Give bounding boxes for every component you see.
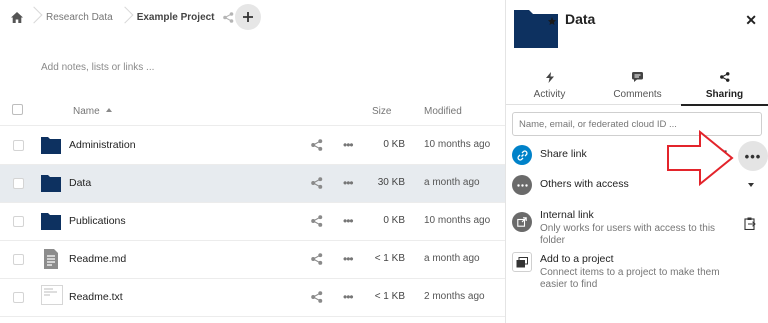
internal-link-entry: Internal link Only works for users with … [512,206,764,246]
plus-icon [243,12,253,22]
file-name[interactable]: Data [69,177,91,189]
copy-to-clipboard-icon[interactable] [744,217,756,230]
file-table-header: Name Size Modified [0,96,505,126]
file-row-data[interactable]: Data ••• 30 KB a month ago [0,165,505,203]
row-checkbox[interactable] [13,292,24,303]
more-actions-icon: ••• [744,148,762,164]
tab-sharing[interactable]: Sharing [681,70,768,106]
share-icon[interactable] [311,177,323,189]
share-icon[interactable] [311,291,323,303]
breadcrumb-separator [117,0,133,34]
share-icon [681,72,768,86]
tab-comments[interactable]: Comments [594,70,681,105]
new-button[interactable] [235,4,261,30]
folder-icon [41,137,61,154]
file-size: 0 KB [383,139,405,150]
internal-link-label: Internal link [540,209,594,221]
tab-label: Comments [613,89,662,100]
file-modified: 2 months ago [424,291,485,302]
breadcrumb-label: Research Data [46,11,113,23]
breadcrumb-item-research-data[interactable]: Research Data [42,0,117,34]
comment-icon [594,72,681,86]
tab-label: Activity [533,89,566,100]
file-name[interactable]: Readme.md [69,253,126,265]
breadcrumb-label: Example Project [136,11,215,23]
share-icon[interactable] [311,139,323,151]
file-size: < 1 KB [374,253,405,264]
column-size-header[interactable]: Size [372,106,391,117]
more-actions-icon[interactable]: ••• [343,253,354,265]
more-actions-icon[interactable]: ••• [343,291,354,303]
column-name-label: Name [73,106,100,117]
file-name[interactable]: Readme.txt [69,291,123,303]
lightning-icon [506,72,593,86]
add-to-project-entry[interactable]: Add to a project Connect items to a proj… [512,250,764,290]
share-icon[interactable] [311,215,323,227]
file-row-administration[interactable]: Administration ••• 0 KB 10 months ago [0,127,505,165]
folder-icon [41,175,61,192]
sidebar-tabs: Activity Comments Sharing [506,70,768,106]
chevron-down-icon[interactable] [748,183,754,187]
breadcrumb-item-example-project[interactable]: Example Project [133,0,234,34]
close-icon[interactable]: ✕ [745,12,757,29]
files-pane: Research Data Example Project Add notes,… [0,0,505,323]
file-modified: a month ago [424,177,480,188]
text-file-thumbnail-icon [41,285,63,305]
share-icon[interactable] [311,253,323,265]
more-actions-icon[interactable]: ••• [343,215,354,227]
file-size: 30 KB [377,177,405,188]
row-checkbox[interactable] [13,140,24,151]
rich-workspace-notes[interactable]: Add notes, lists or links ... [41,62,154,73]
add-to-project-description: Connect items to a project to make them … [540,267,720,290]
folder-icon [41,213,61,230]
annotation-arrow-icon [667,130,734,186]
more-actions-icon[interactable]: ••• [343,139,354,151]
file-name[interactable]: Publications [69,215,126,227]
folder-icon [514,10,558,48]
more-actions-icon[interactable]: ••• [343,177,354,189]
column-modified-header[interactable]: Modified [424,106,462,117]
sidebar-title: Data [565,11,596,27]
tab-activity[interactable]: Activity [506,70,593,105]
row-checkbox[interactable] [13,216,24,227]
add-to-project-label: Add to a project [540,253,614,265]
file-row-readme-md[interactable]: Readme.md ••• < 1 KB a month ago [0,241,505,279]
sort-ascending-icon [105,108,112,112]
column-name-header[interactable]: Name [73,106,112,117]
more-icon [512,175,532,195]
file-modified: 10 months ago [424,215,491,226]
select-all-checkbox[interactable] [12,104,23,115]
breadcrumb-home[interactable] [8,0,26,34]
file-size: < 1 KB [374,291,405,302]
share-link-menu-button[interactable]: ••• [738,141,768,171]
link-icon [512,145,532,165]
file-row-publications[interactable]: Publications ••• 0 KB 10 months ago [0,203,505,241]
file-modified: a month ago [424,253,480,264]
share-icon[interactable] [222,11,234,23]
project-icon [512,252,532,272]
breadcrumb-separator [26,0,42,34]
file-row-readme-txt[interactable]: Readme.txt ••• < 1 KB 2 months ago [0,279,505,317]
others-with-access-label: Others with access [540,178,629,190]
share-link-label: Share link [540,148,587,160]
file-modified: 10 months ago [424,139,491,150]
row-checkbox[interactable] [13,254,24,265]
internal-link-description: Only works for users with access to this… [540,223,716,246]
external-link-icon [512,212,532,232]
file-name[interactable]: Administration [69,139,136,151]
row-checkbox[interactable] [13,178,24,189]
file-size: 0 KB [383,215,405,226]
markdown-file-icon [44,249,58,269]
home-icon [11,11,23,23]
tab-label: Sharing [705,89,744,100]
